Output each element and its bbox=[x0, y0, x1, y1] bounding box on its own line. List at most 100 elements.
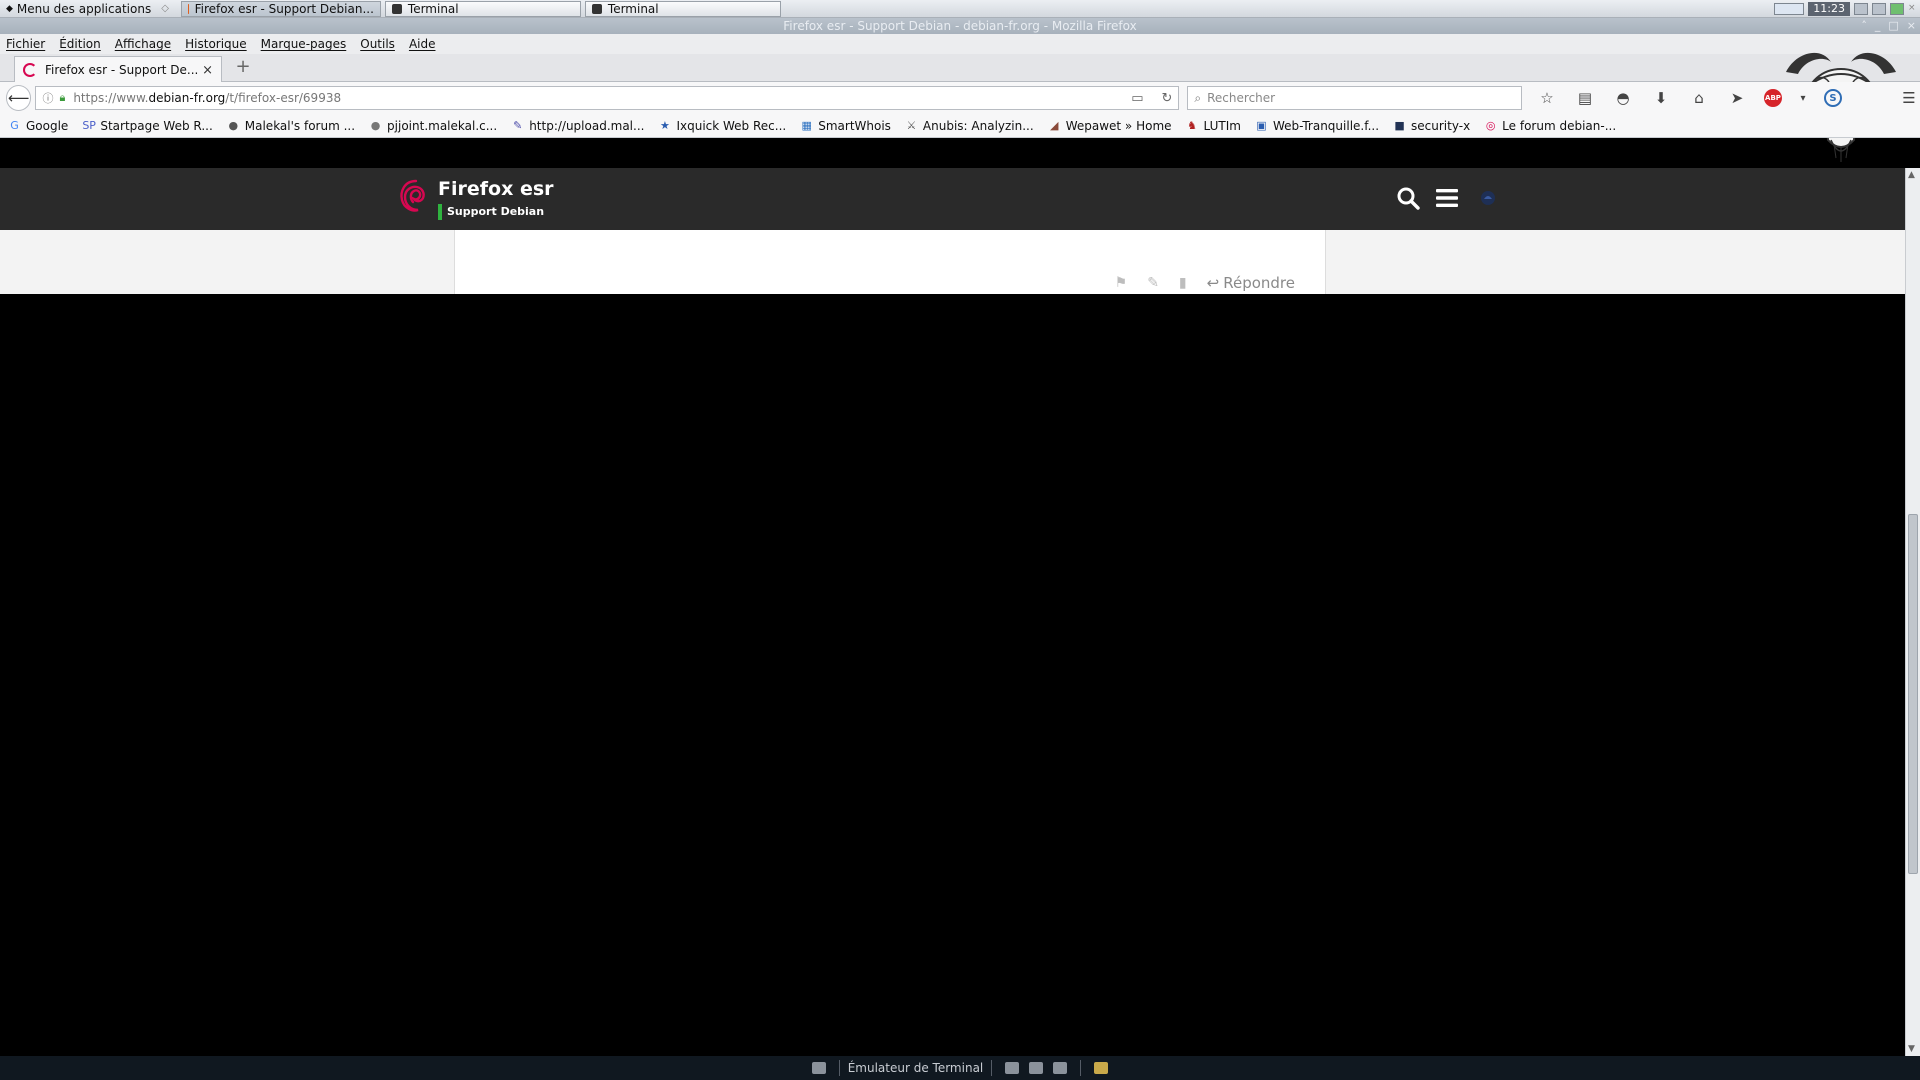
bookmark-item[interactable]: ♞ LUTIm bbox=[1186, 119, 1241, 133]
menu-fichier[interactable]: Fichier bbox=[6, 37, 45, 51]
bookmark-item[interactable]: ⚔ Anubis: Analyzin... bbox=[905, 118, 1034, 133]
bookmark-label: Le forum debian-... bbox=[1502, 118, 1617, 133]
bookmark-item[interactable]: ▦ SmartWhois bbox=[800, 119, 891, 133]
taskbar-button[interactable]: Terminal bbox=[384, 0, 581, 17]
new-tab-icon[interactable]: + bbox=[234, 58, 252, 77]
clock[interactable]: 11:23 bbox=[1808, 2, 1850, 16]
bookmark-item[interactable]: ■ security-x bbox=[1393, 119, 1470, 133]
network-icon[interactable] bbox=[1854, 3, 1868, 15]
bookmark-item[interactable]: SP Startpage Web R... bbox=[82, 119, 212, 133]
category-color-badge bbox=[438, 204, 442, 220]
terminal-launcher[interactable]: Émulateur de Terminal bbox=[848, 1061, 984, 1075]
terminal-icon bbox=[591, 3, 602, 14]
user-avatar[interactable] bbox=[1480, 190, 1496, 206]
menu-historique[interactable]: Historique bbox=[185, 37, 247, 51]
tab-firefox-esr[interactable]: Firefox esr - Support De... × bbox=[14, 56, 222, 83]
panel-separator bbox=[1080, 1060, 1082, 1076]
show-desktop-icon[interactable] bbox=[811, 1062, 826, 1074]
reload-icon[interactable]: ↻ bbox=[1161, 91, 1172, 106]
volume-icon[interactable] bbox=[1872, 3, 1886, 15]
bookmark-item[interactable]: ✎ http://upload.mal... bbox=[511, 119, 644, 133]
bookmark-item[interactable]: ● Malekal's forum ... bbox=[227, 119, 355, 133]
task-list: Firefox esr - Support Debian... Terminal T… bbox=[177, 0, 781, 17]
bookmark-label: Startpage Web R... bbox=[100, 118, 213, 133]
category-name[interactable]: Support Debian bbox=[447, 205, 544, 218]
bookmark-favicon-icon: ● bbox=[370, 119, 381, 132]
bookmark-label: Malekal's forum ... bbox=[244, 118, 356, 133]
edit-pencil-icon[interactable]: ✎ bbox=[1147, 275, 1159, 291]
folder-icon[interactable] bbox=[1094, 1062, 1109, 1074]
bookmark-label: Wepawet » Home bbox=[1065, 118, 1172, 133]
workspace-switcher-icon[interactable] bbox=[1774, 3, 1805, 15]
menu-edition[interactable]: Édition bbox=[59, 37, 101, 51]
bookmark-label: security-x bbox=[1411, 118, 1471, 133]
bookmark-label: SmartWhois bbox=[818, 118, 891, 133]
applications-menu-label: Menu des applications bbox=[16, 1, 152, 16]
window-maximize-icon[interactable]: □ bbox=[1888, 18, 1898, 34]
bookmark-item[interactable]: ◢ Wepawet » Home bbox=[1048, 119, 1172, 133]
window-minimize-icon[interactable]: _ bbox=[1875, 18, 1881, 34]
applications-menu-button[interactable]: ◆ Menu des applications bbox=[0, 0, 157, 18]
scroll-down-arrow-icon[interactable]: ▼ bbox=[1908, 1044, 1915, 1054]
bookmark-label: Google bbox=[26, 118, 69, 133]
chevron-down-icon[interactable]: ▾ bbox=[1798, 93, 1808, 104]
bookmark-icon[interactable]: ▮ bbox=[1179, 275, 1187, 291]
menu-marque-pages[interactable]: Marque-pages bbox=[261, 37, 347, 51]
firefox-icon bbox=[187, 3, 189, 14]
bookmark-favicon-icon: ♞ bbox=[1187, 119, 1197, 132]
bookmark-item[interactable]: ★ Ixquick Web Rec... bbox=[658, 119, 786, 133]
site-info-icon[interactable]: ⓘ bbox=[42, 90, 53, 106]
search-icon[interactable] bbox=[1396, 186, 1420, 210]
bookmark-item[interactable]: G Google bbox=[8, 119, 68, 133]
taskbar-button[interactable]: Terminal bbox=[584, 0, 781, 17]
taskbar-button-label: Terminal bbox=[607, 1, 659, 16]
url-bar[interactable]: ⓘ 🔒︎ https://www.debian-fr.org/t/firefox… bbox=[35, 86, 1180, 110]
lock-icon[interactable]: 🔒︎ bbox=[59, 91, 65, 105]
window-close-icon[interactable]: × bbox=[1907, 18, 1916, 34]
hamburger-menu-icon[interactable]: ☰ bbox=[1898, 89, 1920, 107]
taskbar-button[interactable]: Firefox esr - Support Debian... bbox=[180, 0, 381, 17]
panel-close-icon[interactable]: × bbox=[1908, 3, 1916, 15]
battery-icon[interactable] bbox=[1890, 3, 1904, 15]
tab-close-icon[interactable]: × bbox=[202, 63, 213, 78]
page-scrollbar[interactable]: ▲ ▼ bbox=[1905, 168, 1920, 1056]
url-prefix: https://www. bbox=[73, 91, 149, 105]
library-icon[interactable]: ▤ bbox=[1574, 89, 1596, 107]
bookmark-favicon-icon: ▣ bbox=[1256, 119, 1267, 132]
app-finder-icon[interactable] bbox=[1053, 1062, 1068, 1074]
adblock-plus-icon[interactable]: ABP bbox=[1764, 89, 1782, 107]
reader-view-icon[interactable]: ▭ bbox=[1131, 91, 1143, 106]
send-icon[interactable]: ➤ bbox=[1726, 89, 1748, 107]
reply-button[interactable]: ↩ Répondre bbox=[1207, 274, 1295, 292]
scrollbar-thumb[interactable] bbox=[1908, 514, 1918, 874]
flag-icon[interactable]: ⚑ bbox=[1115, 275, 1128, 291]
web-browser-icon[interactable] bbox=[1029, 1062, 1044, 1074]
downloads-icon[interactable]: ⬇ bbox=[1650, 89, 1672, 107]
debian-swirl-logo[interactable] bbox=[398, 178, 428, 214]
bookmark-item[interactable]: ◎ Le forum debian-... bbox=[1484, 119, 1616, 133]
bookmark-item[interactable]: ▣ Web-Tranquille.f... bbox=[1255, 119, 1379, 133]
window-controls: ˄ _ □ × bbox=[1861, 18, 1916, 34]
terminal-window-area[interactable] bbox=[0, 294, 1905, 1056]
bookmark-label: Anubis: Analyzin... bbox=[922, 118, 1034, 133]
site-header: Firefox esr Support Debian bbox=[0, 168, 1905, 230]
bookmark-favicon-icon: ■ bbox=[1394, 119, 1405, 132]
home-icon[interactable]: ⌂ bbox=[1688, 89, 1710, 107]
bookmark-star-icon[interactable]: ☆ bbox=[1536, 89, 1558, 107]
extension-s-icon[interactable]: S bbox=[1824, 89, 1842, 107]
menu-outils[interactable]: Outils bbox=[360, 37, 395, 51]
bookmark-favicon-icon: ▦ bbox=[801, 119, 812, 132]
tab-strip: Firefox esr - Support De... × + bbox=[0, 54, 1920, 83]
menu-aide[interactable]: Aide bbox=[409, 37, 436, 51]
pocket-icon[interactable]: ◓ bbox=[1612, 89, 1634, 107]
menu-affichage[interactable]: Affichage bbox=[115, 37, 171, 51]
file-manager-icon[interactable] bbox=[1005, 1062, 1020, 1074]
back-button[interactable]: ⟵ bbox=[6, 85, 32, 111]
window-title-bar[interactable]: Firefox esr - Support Debian - debian-fr… bbox=[0, 18, 1920, 34]
site-title[interactable]: Firefox esr bbox=[438, 178, 554, 200]
search-bar[interactable]: ⌕ Rechercher bbox=[1187, 86, 1522, 110]
scroll-up-arrow-icon[interactable]: ▲ bbox=[1908, 170, 1915, 180]
window-shade-icon[interactable]: ˄ bbox=[1861, 18, 1867, 34]
bookmark-item[interactable]: ● pjjoint.malekal.c... bbox=[369, 119, 497, 133]
hamburger-menu-icon[interactable] bbox=[1436, 189, 1458, 207]
